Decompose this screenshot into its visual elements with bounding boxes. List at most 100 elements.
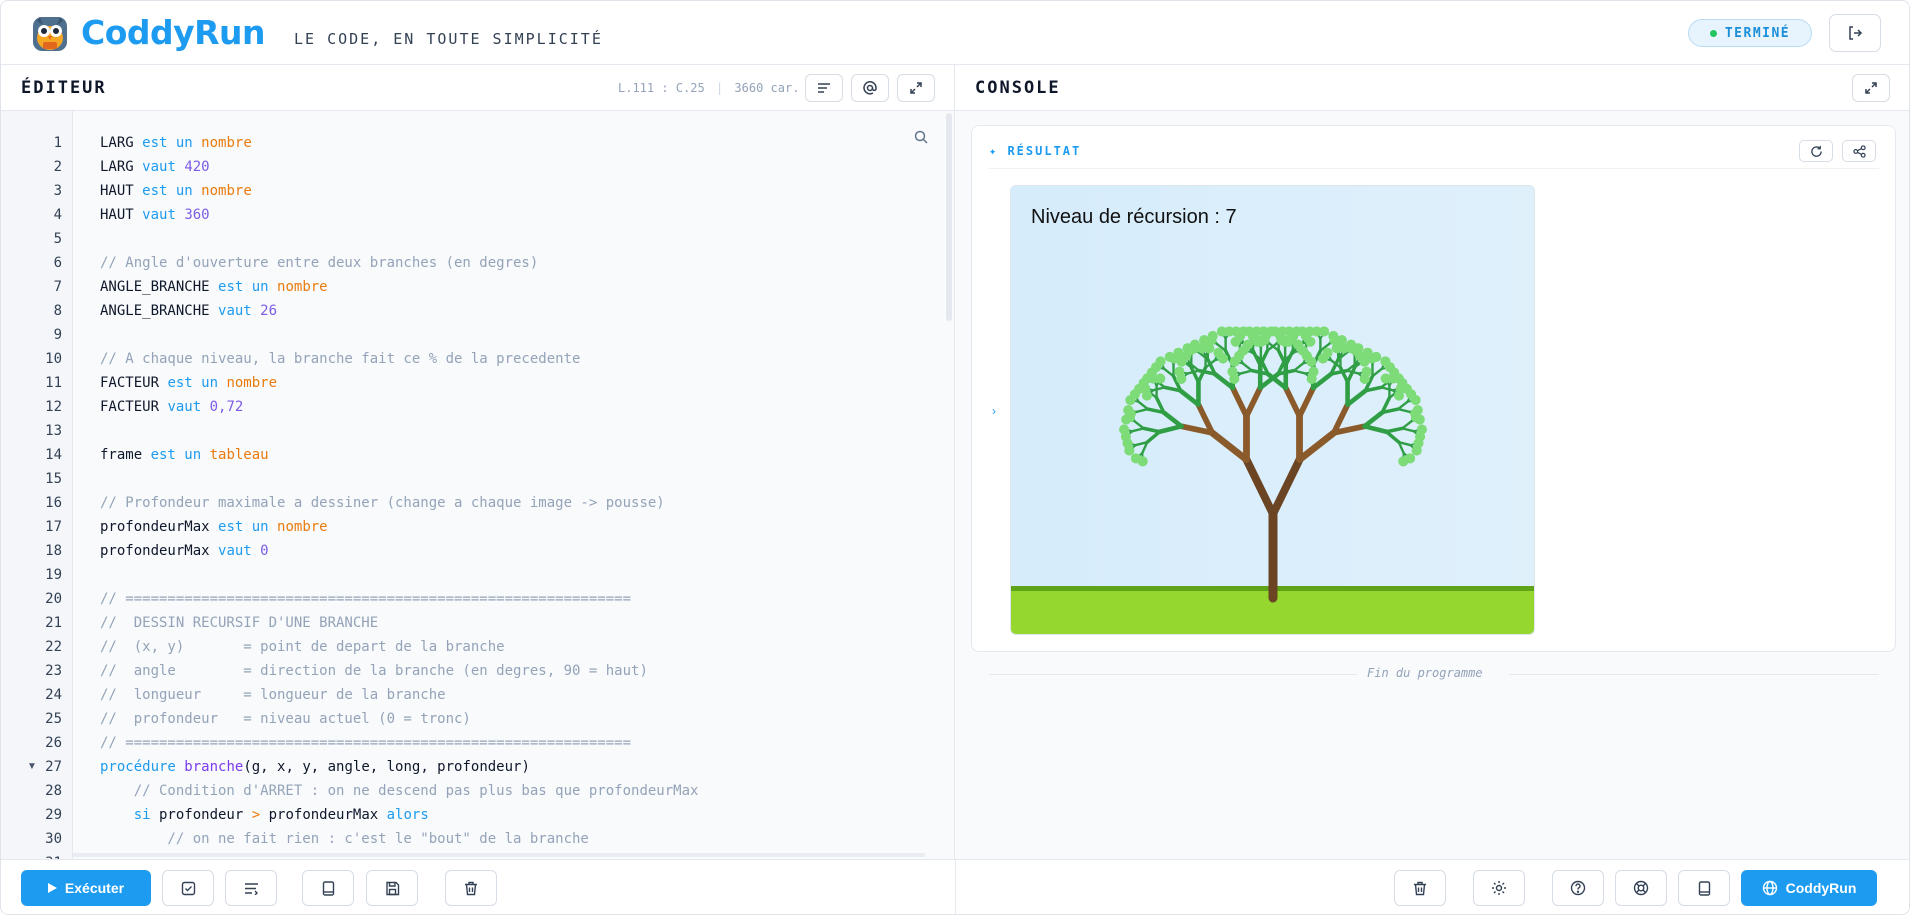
- side-toggle-button[interactable]: ›: [986, 396, 1002, 426]
- tree-leaf: [1288, 330, 1299, 341]
- line-number: 21: [45, 615, 62, 631]
- code-line[interactable]: LARG vaut 420: [100, 155, 210, 179]
- code-line[interactable]: si profondeur > profondeurMax alors: [100, 803, 429, 827]
- tree-leaf: [1174, 366, 1185, 377]
- line-number: 25: [45, 711, 62, 727]
- code-editor[interactable]: 1 2 3 4 5 6 7 8 9 10 11 12 13 14 15 16 17 18 19 20 21 22 23 24 2…: [1, 111, 955, 859]
- support-button[interactable]: [1615, 870, 1667, 906]
- char-count: 3660 car.: [734, 81, 800, 95]
- code-token: 0: [260, 543, 269, 559]
- code-token: nombre: [226, 375, 278, 391]
- check-button[interactable]: [162, 870, 214, 906]
- code-token: nombre: [201, 183, 252, 199]
- tree-leaf: [1414, 414, 1425, 425]
- code-line[interactable]: // Profondeur maximale a dessiner (chang…: [100, 491, 665, 515]
- expand-editor-button[interactable]: [897, 74, 935, 102]
- code-token: vaut: [167, 399, 202, 415]
- bottom-toolbar: Exécuter CoddyRun: [1, 859, 1909, 914]
- format-button[interactable]: [805, 74, 843, 102]
- clear-console-button[interactable]: [1394, 870, 1446, 906]
- code-token: // A chaque niveau, la branche fait ce %…: [100, 351, 581, 367]
- code-token: // Profondeur maximale a dessiner (chang…: [100, 495, 665, 511]
- code-token: LARG: [100, 159, 143, 175]
- code-line[interactable]: LARG est un nombre: [100, 131, 252, 155]
- recursion-level-text: Niveau de récursion : 7: [1031, 206, 1237, 228]
- code-token: // profondeur = niveau actuel (0 = tronc…: [100, 711, 471, 727]
- code-line[interactable]: FACTEUR est un nombre: [100, 371, 277, 395]
- code-line[interactable]: profondeurMax est un nombre: [100, 515, 328, 539]
- editor-search-button[interactable]: [913, 129, 929, 145]
- code-line[interactable]: // DESSIN RECURSIF D'UNE BRANCHE: [100, 611, 378, 635]
- brand-tagline: LE CODE, EN TOUTE SIMPLICITÉ: [294, 30, 603, 48]
- code-line[interactable]: HAUT est un nombre: [100, 179, 252, 203]
- code-line[interactable]: ANGLE_BRANCHE vaut 26: [100, 299, 277, 323]
- code-token: est un: [167, 375, 219, 391]
- code-token: // =====================================…: [100, 735, 632, 751]
- help-icon: [1570, 880, 1586, 896]
- line-number-gutter: 1 2 3 4 5 6 7 8 9 10 11 12 13 14 15 16 17 18 19 20 21 22 23 24 2…: [1, 111, 73, 859]
- lifebuoy-icon: [1633, 880, 1649, 896]
- share-button[interactable]: [1842, 140, 1876, 162]
- cursor-position: L.111 : C.25: [618, 81, 705, 95]
- expand-console-button[interactable]: [1852, 74, 1890, 102]
- code-line[interactable]: FACTEUR vaut 0,72: [100, 395, 243, 419]
- tree-leaf: [1306, 356, 1317, 367]
- code-line[interactable]: HAUT vaut 360: [100, 203, 210, 227]
- coddyrun-link-button[interactable]: CoddyRun: [1741, 870, 1877, 906]
- code-token: est un: [150, 447, 202, 463]
- end-of-program-marker: Fin du programme: [989, 664, 1879, 684]
- line-number: 11: [45, 375, 62, 391]
- help-button[interactable]: [1552, 870, 1604, 906]
- code-area[interactable]: LARG est un nombre LARG vaut 420 HAUT est …: [73, 111, 954, 859]
- code-line[interactable]: // angle = direction de la branche (en d…: [100, 659, 648, 683]
- logout-button[interactable]: [1829, 14, 1881, 52]
- code-line[interactable]: profondeurMax vaut 0: [100, 539, 269, 563]
- refresh-icon: [1810, 145, 1822, 157]
- tree-leaf: [1388, 373, 1399, 384]
- code-line[interactable]: // Angle d'ouverture entre deux branches…: [100, 251, 538, 275]
- tree-leaf: [1235, 330, 1246, 341]
- line-number: 8: [53, 303, 62, 319]
- save-button[interactable]: [366, 870, 418, 906]
- line-number: 23: [45, 663, 62, 679]
- code-line[interactable]: ANGLE_BRANCHE est un nombre: [100, 275, 328, 299]
- code-token: 0,72: [209, 399, 244, 415]
- code-line[interactable]: procédure branche(g, x, y, angle, long, …: [100, 755, 530, 779]
- code-line[interactable]: // profondeur = niveau actuel (0 = tronc…: [100, 707, 471, 731]
- code-line[interactable]: // on ne fait rien : c'est le "bout" de …: [100, 827, 588, 851]
- code-line[interactable]: // (x, y) = point de depart de la branch…: [100, 635, 505, 659]
- logout-icon: [1849, 26, 1863, 40]
- code-token: // DESSIN RECURSIF D'UNE BRANCHE: [100, 615, 379, 631]
- tree-leaf: [1227, 366, 1238, 377]
- settings-button[interactable]: [1473, 870, 1525, 906]
- clear-editor-button[interactable]: [445, 870, 497, 906]
- tree-leaf: [1410, 395, 1421, 406]
- code-line[interactable]: frame est un tableau: [100, 443, 269, 467]
- code-token: est un: [142, 135, 193, 151]
- tree-leaf: [1322, 347, 1333, 358]
- editor-vertical-scrollbar[interactable]: [946, 113, 952, 321]
- expand-icon: [910, 82, 922, 94]
- code-token: est un: [218, 519, 269, 535]
- code-line[interactable]: // =====================================…: [100, 731, 631, 755]
- tree-leaf: [1305, 336, 1316, 347]
- fold-toggle-icon[interactable]: ▼: [27, 755, 37, 779]
- line-number: 4: [53, 207, 62, 223]
- code-token: profondeurMax: [260, 807, 387, 823]
- code-line[interactable]: // longueur = longueur de la branche: [100, 683, 446, 707]
- code-line[interactable]: // =====================================…: [100, 587, 631, 611]
- docs-button[interactable]: [302, 870, 354, 906]
- code-line[interactable]: // Condition d'ARRET : on ne descend pas…: [100, 779, 699, 803]
- mention-button[interactable]: [851, 74, 889, 102]
- reference-button[interactable]: [1678, 870, 1730, 906]
- rerun-button[interactable]: [1799, 140, 1833, 162]
- code-line[interactable]: // A chaque niveau, la branche fait ce %…: [100, 347, 580, 371]
- indent-button[interactable]: [225, 870, 277, 906]
- run-button[interactable]: Exécuter: [21, 870, 151, 906]
- line-number: 17: [45, 519, 62, 535]
- tree-leaf: [1306, 373, 1317, 384]
- editor-horizontal-scrollbar[interactable]: [73, 853, 925, 857]
- line-number: 10: [45, 351, 62, 367]
